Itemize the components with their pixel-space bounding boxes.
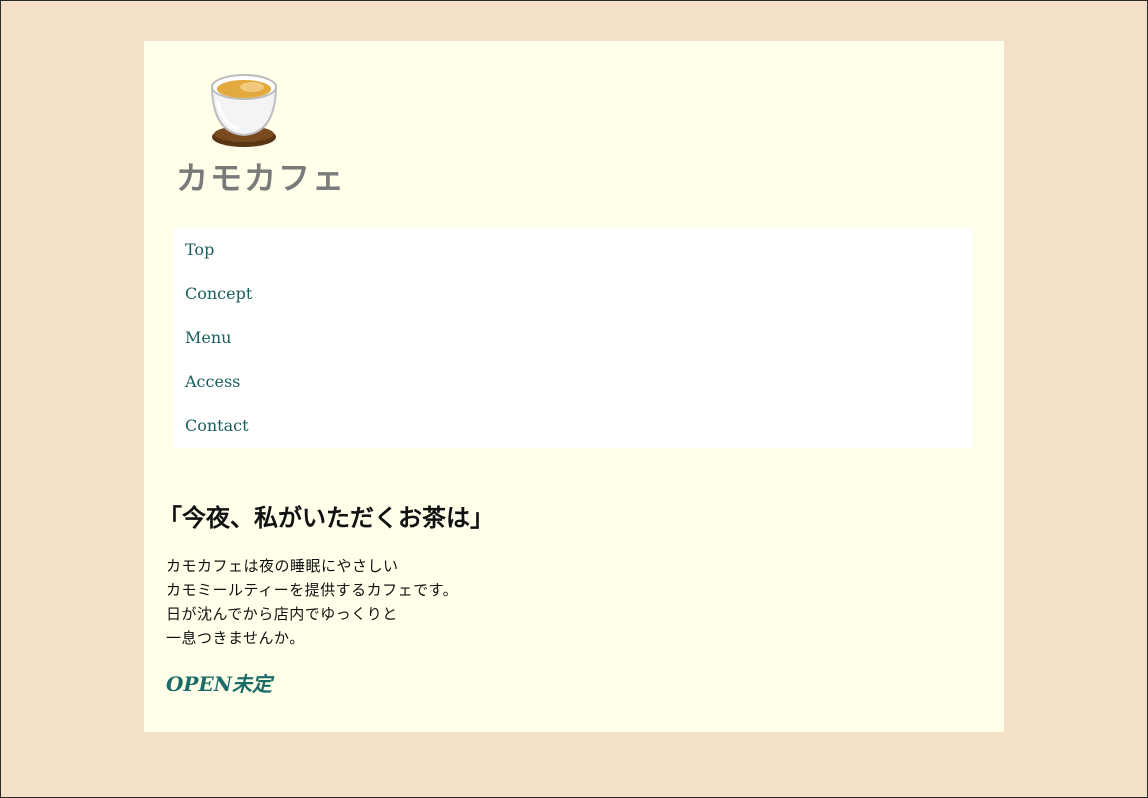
open-status: OPEN未定 [166, 672, 272, 696]
page-container: カモカフェ Top Concept Menu Access Contact 「今… [144, 41, 1004, 732]
body-line: カモミールティーを提供するカフェです。 [166, 581, 459, 599]
teacup-icon [204, 71, 284, 155]
body-line: 一息つきませんか。 [166, 629, 305, 647]
site-title: カモカフェ [176, 159, 347, 197]
nav-item-contact[interactable]: Contact [173, 404, 973, 448]
nav-item-top[interactable]: Top [173, 228, 973, 272]
body-line: カモカフェは夜の睡眠にやさしい [166, 557, 399, 575]
main-nav: Top Concept Menu Access Contact [173, 228, 973, 448]
concept-headline: 「今夜、私がいただくお茶は」 [158, 503, 494, 532]
nav-item-menu[interactable]: Menu [173, 316, 973, 360]
concept-body: カモカフェは夜の睡眠にやさしい カモミールティーを提供するカフェです。 日が沈ん… [166, 554, 458, 650]
nav-item-access[interactable]: Access [173, 360, 973, 404]
nav-item-concept[interactable]: Concept [173, 272, 973, 316]
body-line: 日が沈んでから店内でゆっくりと [166, 605, 398, 623]
